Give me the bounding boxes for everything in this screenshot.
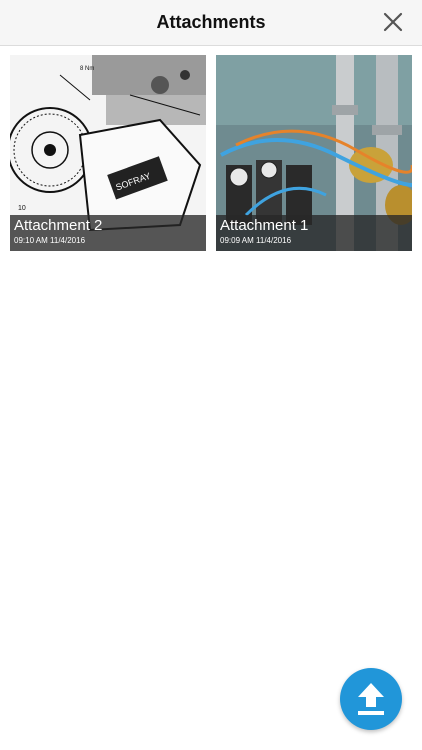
page-title: Attachments bbox=[156, 12, 266, 32]
svg-text:8 Nm: 8 Nm bbox=[80, 66, 94, 72]
attachment-timestamp: 09:10 AM 11/4/2016 bbox=[14, 236, 86, 245]
svg-text:10: 10 bbox=[18, 205, 26, 212]
upload-button[interactable] bbox=[340, 668, 402, 730]
attachment-card[interactable]: SOFRAY 10 8 Nm Attachment 2 09:10 AM 11/… bbox=[10, 55, 206, 251]
attachment-title: Attachment 2 bbox=[14, 217, 103, 234]
upload-icon bbox=[358, 683, 384, 715]
attachment-caption: Attachment 1 09:09 AM 11/4/2016 bbox=[216, 215, 412, 251]
attachment-title: Attachment 1 bbox=[220, 217, 309, 234]
close-icon bbox=[383, 12, 403, 32]
close-button[interactable] bbox=[378, 7, 408, 37]
attachment-card[interactable]: Attachment 1 09:09 AM 11/4/2016 bbox=[216, 55, 412, 251]
attachment-caption: Attachment 2 09:10 AM 11/4/2016 bbox=[10, 215, 206, 251]
header-bar: Attachments bbox=[0, 0, 422, 46]
attachment-timestamp: 09:09 AM 11/4/2016 bbox=[220, 236, 292, 245]
